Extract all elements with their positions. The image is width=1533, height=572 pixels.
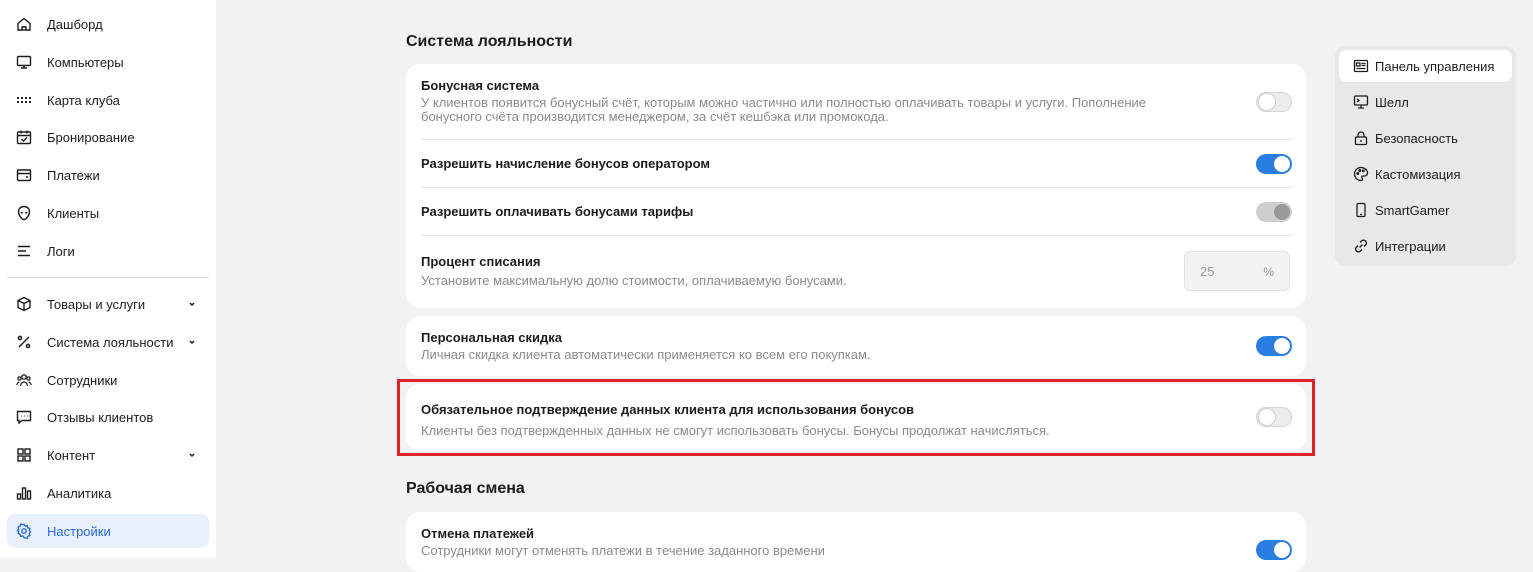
monitor-icon — [15, 53, 33, 71]
allow-tariffs-toggle[interactable] — [1256, 202, 1292, 222]
lock-icon — [1353, 130, 1369, 146]
personal-discount-title: Персональная скидка — [421, 330, 563, 345]
subnav-label: Шелл — [1375, 94, 1409, 110]
allow-operator-title: Разрешить начисление бонусов оператором — [421, 156, 711, 171]
subnav-smartgamer[interactable]: SmartGamer — [1339, 194, 1512, 226]
bonus-system-title: Бонусная система — [421, 78, 540, 93]
grid-dots-icon — [15, 91, 33, 109]
cancel-payments-toggle[interactable] — [1256, 540, 1292, 560]
write-off-title: Процент списания — [421, 254, 541, 269]
personal-discount-desc: Личная скидка клиента автоматически прим… — [421, 347, 871, 362]
nav-employees[interactable]: Сотрудники — [7, 363, 209, 397]
subnav-label: Безопасность — [1375, 130, 1458, 146]
chevron-down-icon — [187, 335, 197, 350]
subnav-label: Интеграции — [1375, 238, 1446, 254]
layout-grid-icon — [15, 446, 33, 464]
wallet-icon — [15, 166, 33, 184]
nav-logs[interactable]: Логи — [7, 234, 209, 268]
subnav-label: Кастомизация — [1375, 166, 1461, 182]
percent-unit: % — [1263, 265, 1274, 279]
bar-chart-icon — [15, 484, 33, 502]
highlight-box — [397, 379, 1315, 456]
nav-booking[interactable]: Бронирование — [7, 120, 209, 154]
percent-icon — [15, 333, 33, 351]
home-icon — [15, 15, 33, 33]
sidebar-divider — [7, 277, 209, 278]
sidebar: Дашборд Компьютеры Карта клуба Бронирова… — [0, 0, 216, 558]
subnav-security[interactable]: Безопасность — [1339, 122, 1512, 154]
subnav-label: Панель управления — [1375, 58, 1495, 74]
lines-icon — [15, 242, 33, 260]
nav-label: Отзывы клиентов — [47, 409, 154, 425]
monitor-shell-icon — [1353, 94, 1369, 110]
subnav-control-panel[interactable]: Панель управления — [1339, 50, 1512, 82]
nav-settings[interactable]: Настройки — [7, 514, 209, 548]
cancel-payments-desc: Сотрудники могут отменять платежи в тече… — [421, 543, 825, 558]
personal-discount-toggle[interactable] — [1256, 336, 1292, 356]
dashboard-card-icon — [1353, 58, 1369, 74]
section-title-loyalty: Система лояльности — [406, 33, 573, 50]
link-icon — [1353, 238, 1369, 254]
bonus-system-desc-line1: У клиентов появится бонусный счёт, котор… — [421, 95, 1146, 110]
calendar-check-icon — [15, 128, 33, 146]
message-icon — [15, 408, 33, 426]
cancel-payments-title: Отмена платежей — [421, 526, 535, 541]
alien-icon — [15, 204, 33, 222]
bonus-system-card: Бонусная система У клиентов появится бон… — [406, 64, 1306, 308]
subnav-label: SmartGamer — [1375, 202, 1450, 218]
box-icon — [15, 295, 33, 313]
nav-goods-services[interactable]: Товары и услуги — [7, 287, 209, 321]
nav-label: Настройки — [47, 523, 111, 539]
nav-loyalty[interactable]: Система лояльности — [7, 325, 209, 359]
nav-club-map[interactable]: Карта клуба — [7, 83, 209, 117]
row-divider — [421, 235, 1292, 236]
phone-icon — [1353, 202, 1369, 218]
subnav-shell[interactable]: Шелл — [1339, 86, 1512, 118]
nav-label: Сотрудники — [47, 372, 118, 388]
allow-tariffs-title: Разрешить оплачивать бонусами тарифы — [421, 204, 694, 219]
nav-dashboard[interactable]: Дашборд — [7, 7, 209, 41]
nav-computers[interactable]: Компьютеры — [7, 45, 209, 79]
nav-label: Аналитика — [47, 485, 112, 501]
personal-discount-card: Персональная скидка Личная скидка клиент… — [406, 316, 1306, 376]
nav-content[interactable]: Контент — [7, 438, 209, 472]
nav-label: Карта клуба — [47, 92, 120, 108]
row-divider — [421, 187, 1292, 188]
nav-label: Система лояльности — [47, 334, 174, 350]
subnav-integrations[interactable]: Интеграции — [1339, 230, 1512, 262]
nav-label: Логи — [47, 243, 75, 259]
nav-label: Бронирование — [47, 129, 135, 145]
bonus-system-toggle[interactable] — [1256, 92, 1292, 112]
palette-icon — [1353, 166, 1369, 182]
row-divider — [421, 139, 1292, 140]
nav-reviews[interactable]: Отзывы клиентов — [7, 400, 209, 434]
write-off-percent-input[interactable]: 25 % — [1184, 251, 1290, 291]
write-off-value: 25 — [1200, 264, 1215, 279]
subnav-customization[interactable]: Кастомизация — [1339, 158, 1512, 190]
nav-label: Дашборд — [47, 16, 103, 32]
nav-analytics[interactable]: Аналитика — [7, 476, 209, 510]
nav-label: Клиенты — [47, 205, 100, 221]
allow-operator-toggle[interactable] — [1256, 154, 1292, 174]
settings-gear-icon — [15, 522, 33, 540]
users-icon — [15, 371, 33, 389]
nav-clients[interactable]: Клиенты — [7, 196, 209, 230]
nav-label: Контент — [47, 447, 96, 463]
section-title-shift: Рабочая смена — [406, 480, 525, 497]
nav-label: Товары и услуги — [47, 296, 146, 312]
chevron-down-icon — [187, 297, 197, 312]
nav-label: Платежи — [47, 167, 100, 183]
chevron-down-icon — [187, 448, 197, 463]
settings-subnav: Панель управления Шелл Безопасность Каст… — [1335, 46, 1516, 266]
bonus-system-desc-line2: бонусного счёта производится менеджером,… — [421, 109, 889, 124]
nav-payments[interactable]: Платежи — [7, 158, 209, 192]
write-off-desc: Установите максимальную долю стоимости, … — [421, 273, 847, 288]
nav-label: Компьютеры — [47, 54, 124, 70]
cancel-payments-card: Отмена платежей Сотрудники могут отменят… — [406, 512, 1306, 572]
